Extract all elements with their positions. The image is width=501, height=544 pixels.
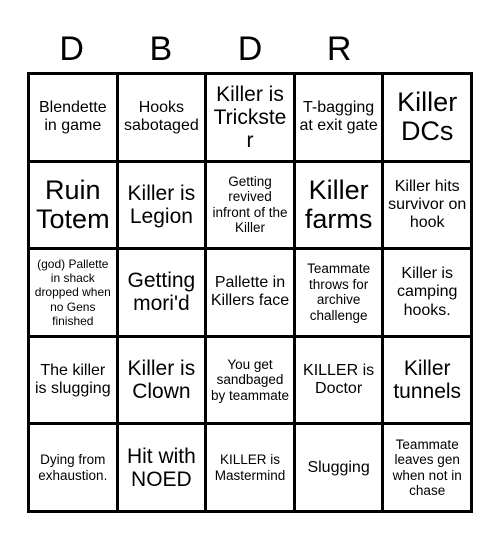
bingo-cell-label: Teammate throws for archive challenge bbox=[307, 261, 371, 323]
bingo-header-letter-5 bbox=[384, 26, 473, 72]
bingo-cell-label: Killer hits survivor on hook bbox=[388, 177, 467, 231]
bingo-cell[interactable]: Killer hits survivor on hook bbox=[384, 162, 473, 251]
bingo-cell-label: Killer is camping hooks. bbox=[396, 265, 458, 319]
bingo-cell-label: The killer is slugging bbox=[34, 362, 111, 398]
bingo-cell[interactable]: Ruin Totem bbox=[30, 162, 119, 251]
bingo-cell-label: T-bagging at exit gate bbox=[299, 99, 378, 135]
bingo-cell-label: Killer is Clown bbox=[127, 357, 196, 404]
bingo-cell[interactable]: KILLER is Doctor bbox=[295, 337, 385, 426]
bingo-cell-label: (god) Pallette in shack dropped when no … bbox=[34, 257, 111, 328]
bingo-cell[interactable]: Slugging bbox=[295, 425, 385, 513]
bingo-cell-label: Getting mori'd bbox=[127, 269, 196, 316]
bingo-cell[interactable]: Blendette in game bbox=[30, 75, 119, 163]
bingo-grid: Blendette in game Hooks sabotaged Killer… bbox=[27, 72, 473, 513]
bingo-cell-label: Dying from exhaustion. bbox=[38, 452, 108, 483]
bingo-header-letter-2: B bbox=[149, 30, 173, 68]
bingo-cell-label: Killer tunnels bbox=[393, 357, 462, 404]
bingo-cell[interactable]: Hit with NOED bbox=[118, 425, 208, 513]
bingo-cell-label: Getting revived infront of the Killer bbox=[212, 173, 288, 236]
bingo-cell-label: Slugging bbox=[307, 458, 370, 476]
bingo-cell-label: Hooks sabotaged bbox=[124, 99, 199, 135]
bingo-cell[interactable]: Killer is Trickster bbox=[207, 75, 296, 163]
bingo-cell[interactable]: Pallette in Killers face bbox=[207, 250, 296, 338]
bingo-cell-label: You get sandbaged by teammate bbox=[210, 356, 290, 403]
bingo-cell[interactable]: Teammate throws for archive challenge bbox=[295, 250, 385, 338]
bingo-cell-label: Killer is Trickster bbox=[213, 82, 287, 152]
bingo-cell[interactable]: Killer tunnels bbox=[384, 337, 473, 426]
bingo-header-letter-3: D bbox=[237, 30, 263, 68]
bingo-cell[interactable]: Killer is Clown bbox=[118, 337, 208, 426]
bingo-cell-label: KILLER is Doctor bbox=[303, 362, 375, 398]
bingo-cell[interactable]: Teammate leaves gen when not in chase bbox=[384, 425, 473, 513]
bingo-cell[interactable]: You get sandbaged by teammate bbox=[207, 337, 296, 426]
bingo-card: D B D R Blendette in game Hooks sabotage… bbox=[0, 0, 501, 544]
bingo-cell[interactable]: Hooks sabotaged bbox=[118, 75, 208, 163]
bingo-header-row: D B D R bbox=[27, 26, 473, 72]
bingo-cell[interactable]: Killer farms bbox=[295, 162, 385, 251]
bingo-cell-label: Teammate leaves gen when not in chase bbox=[392, 436, 462, 499]
bingo-cell[interactable]: KILLER is Mastermind bbox=[207, 425, 296, 513]
bingo-cell[interactable]: (god) Pallette in shack dropped when no … bbox=[30, 250, 119, 338]
bingo-cell-label: Hit with NOED bbox=[126, 444, 196, 491]
bingo-cell[interactable]: The killer is slugging bbox=[30, 337, 119, 426]
bingo-cell-label: Blendette in game bbox=[38, 99, 107, 135]
bingo-cell[interactable]: T-bagging at exit gate bbox=[295, 75, 385, 163]
bingo-cell-label: KILLER is Mastermind bbox=[214, 452, 286, 483]
bingo-header-letter-4: R bbox=[326, 30, 352, 68]
bingo-cell[interactable]: Killer DCs bbox=[384, 75, 473, 163]
bingo-cell-label: Killer farms bbox=[304, 174, 373, 234]
bingo-cell[interactable]: Dying from exhaustion. bbox=[30, 425, 119, 513]
bingo-cell-label: Killer DCs bbox=[397, 87, 458, 147]
bingo-cell[interactable]: Killer is Legion bbox=[118, 162, 208, 251]
bingo-cell[interactable]: Getting revived infront of the Killer bbox=[207, 162, 296, 251]
bingo-cell-label: Killer is Legion bbox=[127, 181, 196, 228]
bingo-header-letter-1: D bbox=[59, 30, 84, 68]
bingo-cell-label: Pallette in Killers face bbox=[210, 274, 290, 310]
bingo-cell-label: Ruin Totem bbox=[36, 174, 110, 234]
bingo-cell[interactable]: Killer is camping hooks. bbox=[384, 250, 473, 338]
bingo-cell[interactable]: Getting mori'd bbox=[118, 250, 208, 338]
